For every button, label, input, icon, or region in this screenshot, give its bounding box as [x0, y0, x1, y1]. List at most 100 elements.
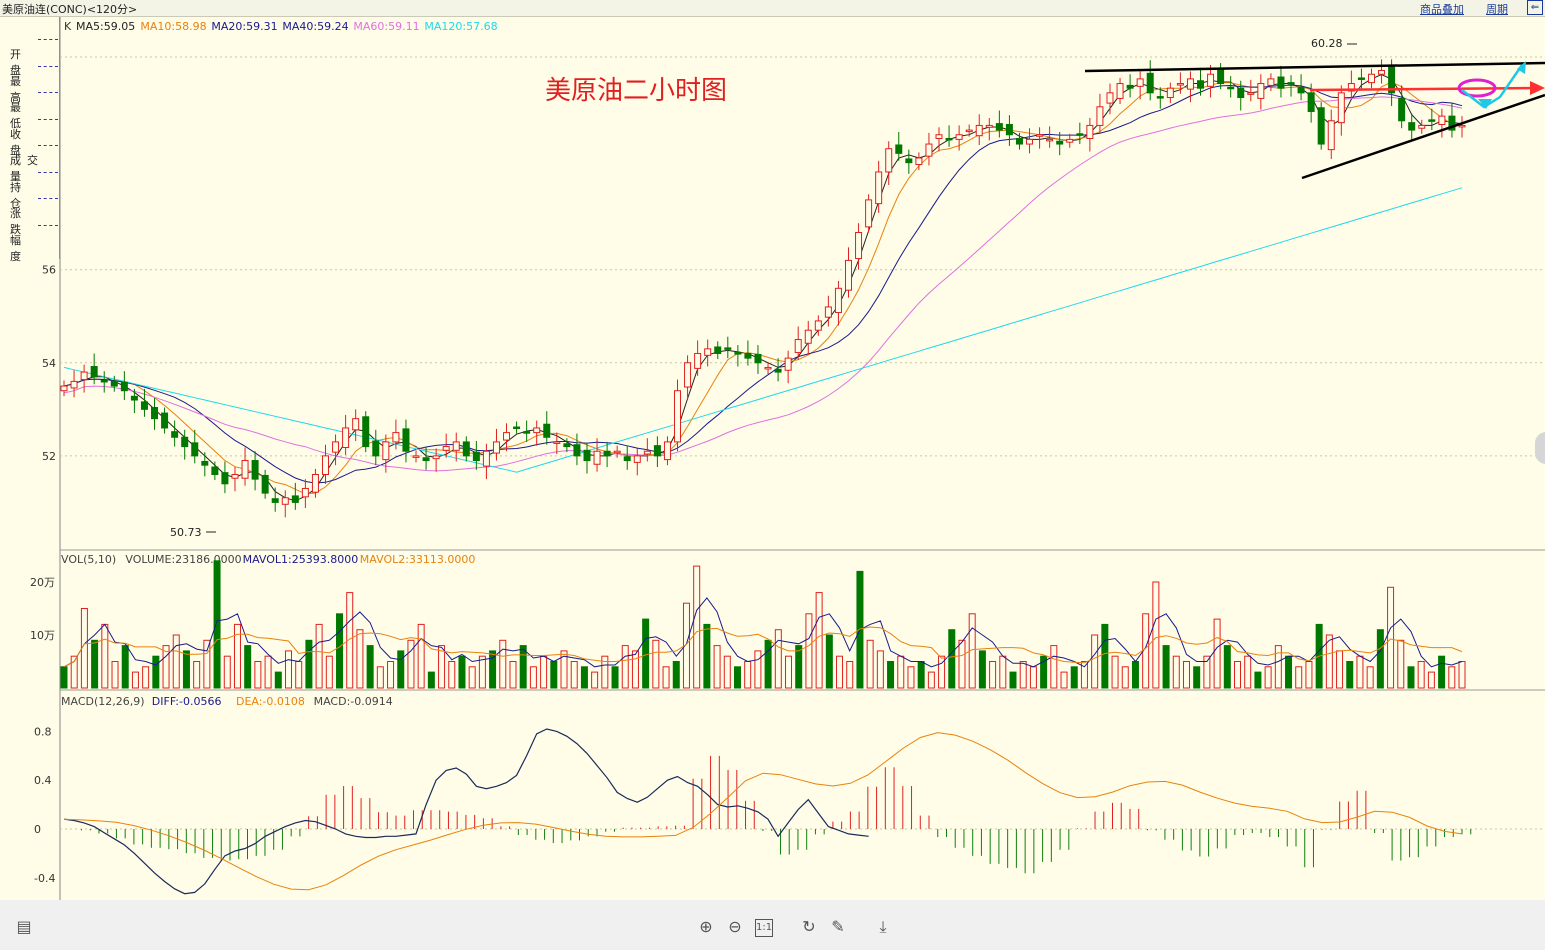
volume-bar [917, 661, 925, 689]
volume-bar [1264, 666, 1272, 689]
candle-body [1106, 92, 1114, 104]
period-link[interactable]: 周期 [1486, 1, 1508, 17]
candle-body [1146, 72, 1154, 94]
pen-icon[interactable]: ✎ [828, 917, 848, 937]
volume-bar [60, 666, 68, 689]
volume-bar [1397, 639, 1405, 689]
volume-bar [274, 671, 282, 689]
candle-body [442, 446, 450, 451]
volume-bar [846, 661, 854, 689]
candle-body [1227, 86, 1235, 90]
volume-bar [672, 661, 680, 689]
candle-body [1327, 120, 1335, 151]
volume-bar [509, 661, 517, 689]
candle-body [834, 287, 842, 314]
volume-bar [580, 666, 588, 689]
zoom-in-icon[interactable]: ⊕ [696, 917, 716, 937]
volume-bar [1060, 671, 1068, 689]
volume-bar [1285, 655, 1293, 689]
candle-body [1066, 138, 1074, 143]
volume-bar [203, 639, 211, 689]
candle-body [824, 306, 832, 318]
volume-bar [172, 634, 180, 689]
candle-body [1005, 123, 1013, 136]
volume-bar [999, 655, 1007, 689]
moving-average-lines [63, 73, 1463, 502]
volume-bar [448, 661, 456, 689]
volume-bar [1295, 666, 1303, 689]
macd-tick: 0.4 [34, 774, 52, 787]
rotate-icon[interactable]: ↻ [799, 917, 819, 937]
candle-body [321, 455, 329, 475]
candle-body [1015, 137, 1023, 145]
chart-title: 美原油二小时图 [545, 76, 727, 106]
volume-bar [478, 655, 486, 689]
candle-body [684, 362, 692, 388]
volume-bar [366, 645, 374, 689]
candle-body [482, 450, 490, 467]
candle-body [392, 432, 400, 443]
title-bar: 美原油连(CONC)<120分> 商品叠加 周期 ⇐ [0, 0, 1545, 17]
candle-body [794, 339, 802, 354]
candle-body [151, 406, 159, 420]
volume-bar [213, 560, 221, 689]
zoom-out-icon[interactable]: ⊖ [725, 917, 745, 937]
candle-body [211, 466, 219, 475]
candle-body [865, 199, 873, 228]
volume-bar [387, 661, 395, 689]
candle-body [955, 134, 963, 140]
volume-bar [897, 655, 905, 689]
candle-body [754, 353, 762, 364]
volume-bar [376, 666, 384, 689]
back-icon[interactable]: ⇐ [1527, 0, 1543, 15]
candle-body [110, 380, 118, 387]
dea-line [63, 732, 1463, 891]
download-icon[interactable]: ⤓ [873, 917, 893, 937]
volume-bar [325, 655, 333, 689]
volume-bar [305, 639, 313, 689]
volume-bar [621, 645, 629, 689]
volume-bar [1407, 666, 1415, 689]
candle-body [875, 171, 883, 205]
candle-body [1458, 124, 1466, 128]
layout-icon[interactable]: ▤ [14, 917, 34, 937]
volume-bar [1387, 586, 1395, 689]
candle-body [513, 426, 521, 430]
candle-body [492, 441, 500, 454]
volume-bar [989, 661, 997, 689]
candle-body [1418, 124, 1426, 129]
trend-annotations [1084, 61, 1545, 180]
macd-tick: 0 [34, 823, 41, 836]
candle-body [90, 366, 98, 378]
candle-body [1096, 106, 1104, 126]
candle-body [734, 352, 742, 355]
candle-body [191, 442, 199, 457]
candle-body [774, 368, 782, 373]
candle-body [120, 381, 128, 392]
candle-body [573, 444, 581, 457]
volume-bar [1131, 661, 1139, 689]
candle-body [965, 129, 973, 133]
volume-bar [570, 661, 578, 689]
volume-bar [1223, 645, 1231, 689]
candle-body [472, 451, 480, 462]
candle-body [784, 357, 792, 371]
volume-bar [1172, 655, 1180, 689]
volume-bar [336, 613, 344, 689]
volume-bar [499, 639, 507, 689]
mavol1-line [63, 597, 1463, 668]
volume-bar [652, 639, 660, 689]
ma10-line [63, 81, 1463, 495]
reset-icon[interactable]: 1:1 [755, 919, 773, 937]
candle-body [1237, 87, 1245, 99]
candle-body [1026, 138, 1034, 145]
overlay-link[interactable]: 商品叠加 [1420, 1, 1464, 17]
candle-body [814, 320, 822, 331]
ma120-line [63, 187, 1463, 473]
chart-canvas[interactable]: 565452 K MA5:59.05 MA10:58.98 MA20:59.31 MA… [0, 17, 1545, 900]
volume-bar [611, 666, 619, 689]
side-expand-handle[interactable] [1535, 432, 1545, 464]
legend-item: VOLUME:23186.0000 [125, 553, 241, 566]
volume-bar [927, 671, 935, 689]
price-tick: 52 [42, 450, 56, 463]
